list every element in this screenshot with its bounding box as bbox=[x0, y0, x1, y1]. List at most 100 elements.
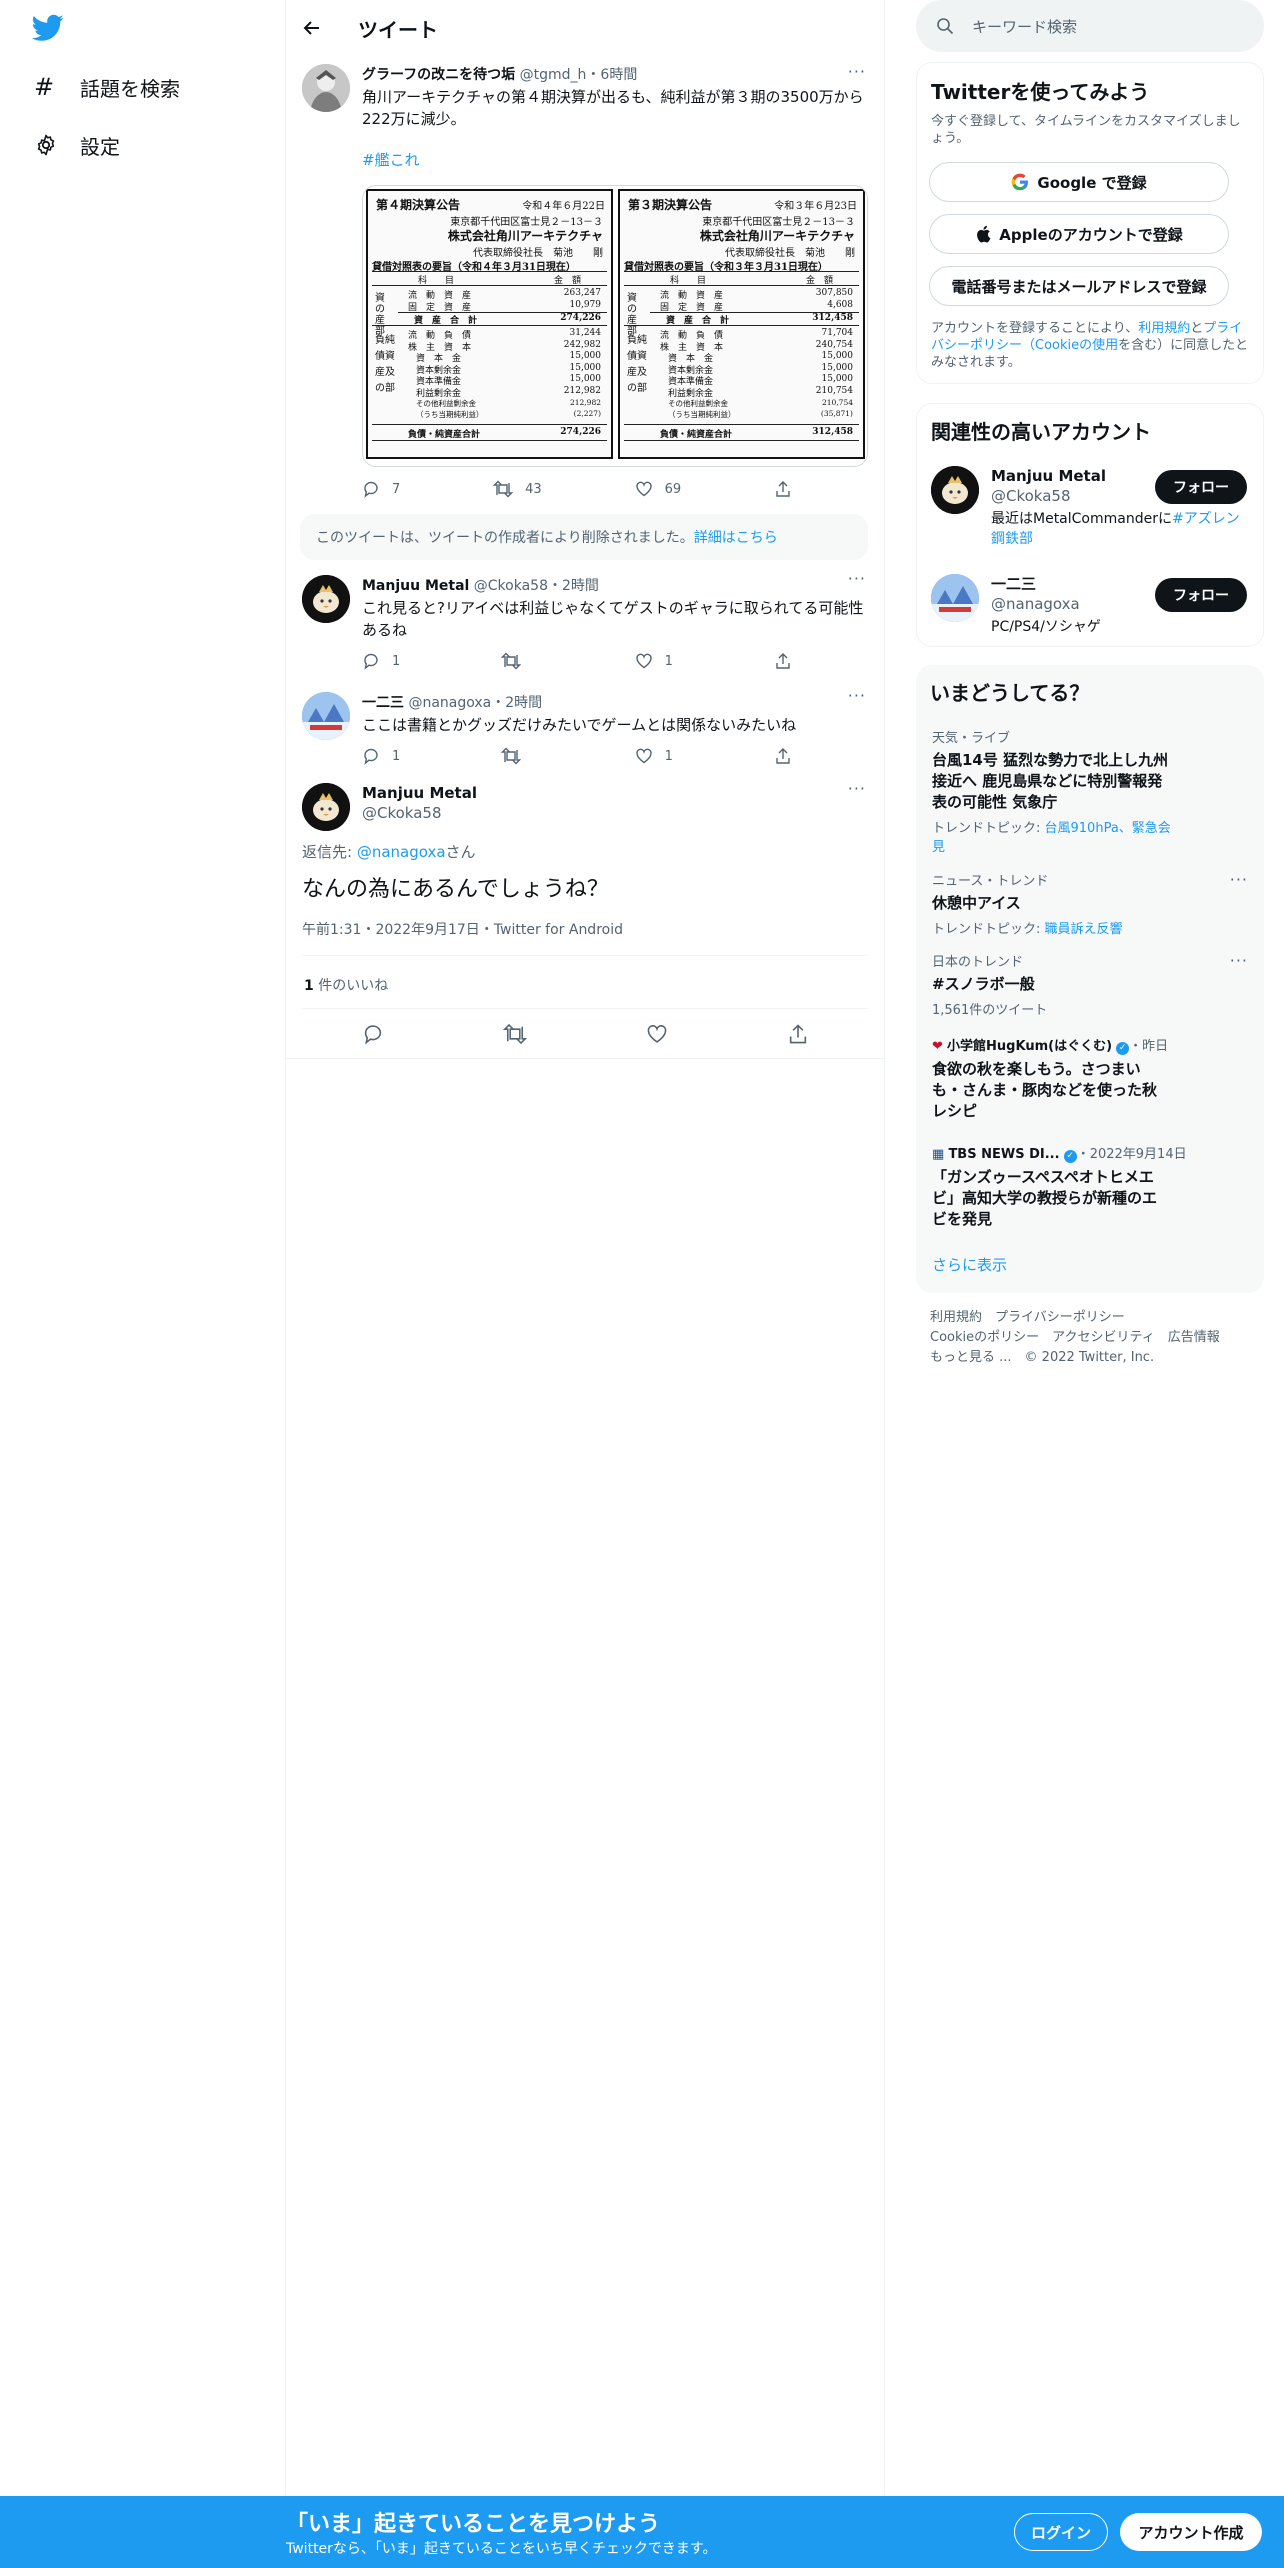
legal-text: と bbox=[1190, 321, 1204, 336]
nav-explore[interactable]: # 話題を検索 bbox=[34, 67, 180, 107]
like-button[interactable]: 69 bbox=[635, 480, 682, 498]
share-icon[interactable] bbox=[787, 1023, 809, 1045]
user-handle[interactable]: @nanagoxa bbox=[408, 695, 491, 711]
tweet-time[interactable]: ・2時間 bbox=[491, 695, 542, 711]
trend-more-icon[interactable]: ··· bbox=[1230, 951, 1248, 970]
user-name[interactable]: グラーフの改ニを待つ垢 bbox=[362, 67, 515, 83]
footer-link[interactable]: 利用規約 bbox=[930, 1310, 982, 1325]
user-name[interactable]: 一二三 bbox=[362, 695, 404, 711]
bottom-bar-headline: 「いま」起きていることを見つけよう bbox=[286, 2512, 661, 2537]
phone-email-signup-button[interactable]: 電話番号またはメールアドレスで登録 bbox=[929, 266, 1229, 306]
more-options-icon[interactable]: ··· bbox=[848, 686, 866, 705]
footer-link[interactable]: アクセシビリティ bbox=[1052, 1330, 1155, 1345]
like-button[interactable]: 1 bbox=[635, 652, 673, 670]
more-options-icon[interactable]: ··· bbox=[848, 779, 866, 798]
reply-tweet[interactable]: ··· Manjuu Metal @Ckoka58・2時間 これ見ると?リアイベ… bbox=[286, 567, 884, 684]
tweet-image[interactable]: 第４期決算公告 令和４年６月22日 東京都千代田区富士見２－13－３ 株式会社角川アー… bbox=[362, 185, 868, 467]
follow-button[interactable]: フォロー bbox=[1155, 470, 1247, 504]
like-button[interactable]: 1 bbox=[635, 747, 673, 765]
focused-tweet: ··· Manjuu Metal @Ckoka58 返信先: @nanagoxa… bbox=[286, 779, 884, 1059]
hashtag-link[interactable]: #艦これ bbox=[362, 149, 868, 171]
footer-link[interactable]: 広告情報 bbox=[1168, 1330, 1220, 1345]
trend-topic: トレンドトピック: 職員訴え反響 bbox=[932, 918, 1252, 937]
topic-link[interactable]: 職員訴え反響 bbox=[1045, 922, 1123, 937]
avatar[interactable] bbox=[931, 466, 979, 514]
focused-tweet-text: なんの為にあるんでしょうね？ bbox=[302, 877, 609, 902]
share-button[interactable] bbox=[774, 747, 792, 765]
trend-more-icon[interactable]: ··· bbox=[1230, 870, 1248, 889]
avatar[interactable] bbox=[302, 64, 350, 112]
deleted-notice-link[interactable]: 詳細はこちら bbox=[694, 527, 778, 547]
trend-item[interactable]: 日本のトレンド #スノラボ一般 1,561件のツイート bbox=[932, 951, 1252, 1018]
user-handle[interactable]: @Ckoka58 bbox=[362, 803, 477, 823]
terms-link[interactable]: 利用規約 bbox=[1138, 321, 1190, 336]
share-button[interactable] bbox=[774, 652, 792, 670]
show-more-link[interactable]: さらに表示 bbox=[932, 1254, 1007, 1275]
user-name[interactable]: Manjuu Metal bbox=[362, 783, 477, 803]
trend-item[interactable]: 天気・ライブ 台風14号 猛烈な勢力で北上し九州接近へ 鹿児島県などに特別警報発… bbox=[932, 727, 1252, 855]
nav-settings[interactable]: 設定 bbox=[34, 125, 120, 165]
search-input[interactable]: キーワード検索 bbox=[972, 16, 1077, 37]
retweet-button[interactable]: 43 bbox=[493, 480, 542, 498]
bio-text[interactable]: 鋼鉄部 bbox=[991, 531, 1033, 547]
hashtag-icon: # bbox=[34, 73, 55, 101]
reply-icon[interactable] bbox=[362, 1023, 384, 1045]
retweet-icon[interactable] bbox=[502, 1023, 527, 1045]
footer-link[interactable]: Cookieのポリシー bbox=[930, 1330, 1039, 1345]
news-meta: ❤ 小学館HugKum(はぐくむ) ✓ ・昨日 bbox=[932, 1035, 1252, 1055]
bio-hashtag-link[interactable]: #アズレン bbox=[1172, 511, 1240, 527]
sheet-company: 株式会社角川アーキテクチャ bbox=[447, 229, 603, 243]
search-box[interactable]: キーワード検索 bbox=[916, 0, 1264, 52]
row-value: 212,982 bbox=[569, 397, 601, 407]
likes-summary[interactable]: 1 件のいいね bbox=[304, 975, 388, 995]
bottom-bar-subtext: Twitterなら、「いま」起きていることをいち早くチェックできます。 bbox=[286, 2541, 717, 2557]
balance-sheet-3: 第３期決算公告 令和３年６月23日 東京都千代田区富士見２－13－３ 株式会社角川アー… bbox=[618, 189, 865, 459]
follow-button[interactable]: フォロー bbox=[1155, 578, 1247, 612]
reply-button[interactable]: 1 bbox=[362, 652, 400, 670]
retweet-button[interactable] bbox=[501, 747, 533, 765]
tweet-timestamp[interactable]: 午前1:31・2022年9月17日・Twitter for Android bbox=[302, 919, 623, 939]
news-item[interactable]: ❤ 小学館HugKum(はぐくむ) ✓ ・昨日 食欲の秋を楽しもう。さつまいも・さ… bbox=[932, 1035, 1252, 1122]
avatar[interactable] bbox=[302, 692, 350, 740]
deleted-tweet-wrapper: このツイートは、ツイートの作成者により削除されました。 詳細はこちら bbox=[286, 507, 884, 567]
reply-button[interactable]: 1 bbox=[362, 747, 400, 765]
related-account[interactable]: 一二三 @nanagoxa PC/PS4/ソシャゲ フォロー bbox=[917, 568, 1263, 644]
account-bio: 最近はMetalCommanderに#アズレン 鋼鉄部 bbox=[991, 509, 1247, 549]
login-button[interactable]: ログイン bbox=[1014, 2513, 1108, 2551]
back-arrow-icon[interactable] bbox=[302, 18, 322, 38]
user-name[interactable]: Manjuu Metal bbox=[362, 578, 469, 594]
reply-button[interactable]: 7 bbox=[362, 480, 400, 498]
heart-icon[interactable] bbox=[646, 1023, 668, 1045]
apple-signup-label: Appleのアカウントで登録 bbox=[999, 225, 1183, 244]
footer-link[interactable]: プライバシーポリシー bbox=[995, 1310, 1125, 1325]
more-options-icon[interactable]: ··· bbox=[848, 569, 866, 588]
section-label: 資の産部 bbox=[627, 293, 637, 337]
focused-user[interactable]: Manjuu Metal @Ckoka58 bbox=[362, 783, 477, 823]
share-button[interactable] bbox=[774, 480, 792, 498]
reply-tweet[interactable]: ··· 一二三 @nanagoxa・2時間 ここは書籍とかグッズだけみたいでゲー… bbox=[286, 684, 884, 779]
avatar[interactable] bbox=[931, 574, 979, 622]
reply-to-link[interactable]: @nanagoxa bbox=[357, 843, 446, 861]
footer-more-link[interactable]: もっと見る ... bbox=[930, 1350, 1012, 1365]
user-handle[interactable]: @Ckoka58 bbox=[474, 578, 548, 594]
tweet-time[interactable]: ・6時間 bbox=[586, 67, 637, 83]
related-account[interactable]: Manjuu Metal @Ckoka58 最近はMetalCommanderに… bbox=[917, 460, 1263, 560]
apple-signup-button[interactable]: Appleのアカウントで登録 bbox=[929, 214, 1229, 254]
avatar[interactable] bbox=[302, 783, 350, 831]
news-headline: 「ガンズゥースペスペオトヒメエビ」高知大学の教授らが新種のエビを発見 bbox=[932, 1168, 1158, 1228]
google-signup-button[interactable]: Google で登録 bbox=[929, 162, 1229, 202]
tweet-time[interactable]: ・2時間 bbox=[548, 578, 599, 594]
news-item[interactable]: ▦ TBS NEWS DI... ✓ ・2022年9月14日 「ガンズゥースペスペ… bbox=[932, 1143, 1252, 1230]
avatar[interactable] bbox=[302, 575, 350, 623]
trend-item[interactable]: ニュース・トレンド 休憩中アイス トレンドトピック: 職員訴え反響 bbox=[932, 870, 1252, 937]
legal-text: アカウントを登録することにより、 bbox=[931, 321, 1139, 336]
user-handle[interactable]: @tgmd_h bbox=[520, 67, 587, 83]
more-options-icon[interactable]: ··· bbox=[848, 62, 866, 81]
trend-name: 休憩中アイス bbox=[932, 894, 1021, 912]
like-count: 69 bbox=[664, 481, 682, 497]
retweet-button[interactable] bbox=[501, 652, 533, 670]
tweet[interactable]: ··· グラーフの改ニを待つ垢 @tgmd_h・6時間 角川アーキテクチャの第４… bbox=[286, 56, 884, 507]
signup-button[interactable]: アカウント作成 bbox=[1120, 2513, 1262, 2551]
twitter-logo-icon[interactable] bbox=[32, 14, 64, 42]
table-rule bbox=[624, 285, 859, 286]
